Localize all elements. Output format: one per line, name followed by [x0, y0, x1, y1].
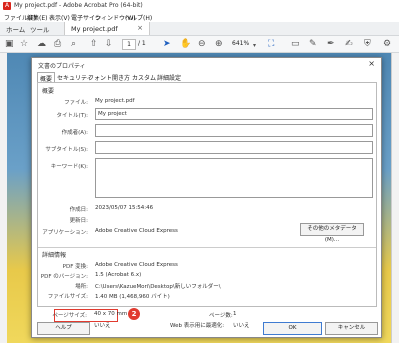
print-icon[interactable]: ⎙ — [54, 39, 61, 49]
page-count-value: 1 — [233, 311, 237, 317]
details-header: 詳細情報 — [42, 252, 67, 259]
application-label: アプリケーション: — [42, 230, 88, 236]
page-down-icon[interactable]: ⇩ — [105, 39, 113, 49]
pdf-version-value: 1.5 (Acrobat 6.x) — [95, 272, 142, 278]
window-titlebar: A My project.pdf - Adobe Acrobat Pro (64… — [0, 0, 399, 12]
close-icon[interactable]: × — [137, 24, 143, 32]
location-label: 場所: — [75, 284, 88, 290]
tab-custom[interactable]: カスタム — [132, 73, 156, 82]
zoom-out-icon[interactable]: ⊖ — [198, 39, 206, 49]
zoom-in-icon[interactable]: ⊕ — [215, 39, 223, 49]
overview-header: 概要 — [42, 88, 55, 95]
page-size-value: 40 x 70 mm — [94, 311, 128, 317]
comment-icon[interactable]: ▭ — [291, 39, 300, 49]
tagged-pdf-value: いいえ — [94, 323, 111, 329]
file-size-value: 1.40 MB (1,468,960 バイト) — [95, 294, 170, 300]
fast-web-view-value: いいえ — [233, 323, 250, 329]
menu-bar: ファイル(F) 編集(E) 表示(V) 電子サイン ウィンドウ(W) ヘルプ(H… — [0, 12, 399, 22]
created-label: 作成日: — [69, 207, 88, 213]
application-value: Adobe Creative Cloud Express — [95, 228, 178, 234]
tab-document-label: My project.pdf — [71, 25, 118, 33]
cloud-upload-icon[interactable]: ☁ — [37, 39, 46, 49]
divider — [38, 247, 376, 248]
cancel-button[interactable]: キャンセル — [325, 322, 378, 335]
author-field[interactable] — [95, 124, 373, 137]
select-cursor-icon[interactable]: ➤ — [163, 39, 171, 49]
main-toolbar: ▣ ☆ ☁ ⎙ ⌕ ⇧ ⇩ 1 / 1 ➤ ✋ ⊖ ⊕ 641% ▾ ⛶ ▭ ✎… — [0, 36, 399, 53]
ok-button[interactable]: OK — [263, 322, 322, 335]
annotation-badge: 2 — [128, 308, 140, 320]
page-number-input[interactable]: 1 — [122, 39, 136, 50]
title-field[interactable]: My project — [95, 108, 373, 120]
page-size-label: ページサイズ: — [52, 313, 87, 319]
highlight-pen-icon[interactable]: ✎ — [309, 39, 317, 49]
title-label: タイトル(T): — [56, 113, 88, 119]
zoom-level[interactable]: 641% — [232, 40, 249, 47]
subject-field[interactable] — [95, 141, 373, 154]
stamp-icon[interactable]: ✍ — [345, 39, 353, 49]
tab-fonts[interactable]: フォント — [88, 73, 112, 82]
acrobat-app-icon: A — [3, 2, 11, 10]
tab-tools[interactable]: ツール — [30, 24, 50, 34]
file-value: My project.pdf — [95, 98, 135, 104]
window-title: My project.pdf - Adobe Acrobat Pro (64-b… — [14, 2, 143, 9]
created-value: 2023/05/07 15:54:46 — [95, 205, 154, 211]
page-count-label: ページ数: — [209, 313, 233, 319]
tab-initial-view[interactable]: 開き方 — [112, 73, 130, 82]
pdf-producer-label: PDF 変換: — [62, 264, 88, 270]
dialog-title: 文書のプロパティ — [38, 63, 86, 70]
fast-web-view-label: Web 表示用に最適化: — [170, 323, 225, 329]
file-label: ファイル: — [64, 100, 88, 106]
tab-advanced[interactable]: 詳細設定 — [157, 73, 181, 82]
pdf-version-label: PDF のバージョン: — [40, 274, 88, 280]
sign-pen-icon[interactable]: ✒ — [327, 39, 335, 49]
overview-panel: 概要 ファイル: My project.pdf タイトル(T): My proj… — [37, 82, 377, 307]
file-size-label: ファイルサイズ: — [47, 294, 88, 300]
search-icon[interactable]: ⌕ — [71, 39, 76, 49]
tab-document[interactable]: My project.pdf × — [64, 22, 150, 35]
help-button[interactable]: ヘルプ — [37, 322, 90, 335]
right-panel-collapsed[interactable] — [391, 53, 399, 343]
more-tools-icon[interactable]: ⚙ — [383, 39, 391, 49]
protect-icon[interactable]: ⛨ — [364, 39, 371, 49]
modified-label: 更新日: — [69, 218, 88, 224]
save-icon[interactable]: ▣ — [5, 39, 14, 49]
chevron-down-icon[interactable]: ▾ — [253, 41, 256, 51]
keywords-label: キーワード(K): — [50, 164, 88, 170]
more-metadata-button[interactable]: その他のメタデータ(M)... — [300, 223, 364, 243]
title-value: My project — [98, 111, 127, 117]
author-label: 作成者(A): — [61, 130, 88, 136]
keywords-field[interactable] — [95, 158, 373, 198]
app-tab-bar: ホーム ツール My project.pdf × — [0, 22, 399, 36]
hand-tool-icon[interactable]: ✋ — [180, 39, 191, 49]
menu-view[interactable]: 表示(V) — [49, 13, 70, 22]
menu-edit[interactable]: 編集(E) — [27, 13, 47, 22]
menu-help[interactable]: ヘルプ(H) — [125, 13, 152, 22]
bookmark-star-icon[interactable]: ☆ — [20, 39, 28, 49]
close-icon[interactable]: × — [368, 59, 375, 68]
document-properties-dialog: 文書のプロパティ × 概要 セキュリティ フォント 開き方 カスタム 詳細設定 … — [31, 57, 382, 338]
tab-home[interactable]: ホーム — [6, 24, 25, 34]
page-up-icon[interactable]: ⇧ — [90, 39, 98, 49]
pdf-producer-value: Adobe Creative Cloud Express — [95, 262, 178, 268]
page-total: / 1 — [138, 40, 146, 47]
subject-label: サブタイトル(S): — [45, 147, 88, 153]
location-value: C:\Users\KazueMori\Desktop\新しいフォルダー\ — [95, 284, 221, 290]
fit-page-icon[interactable]: ⛶ — [268, 39, 274, 49]
